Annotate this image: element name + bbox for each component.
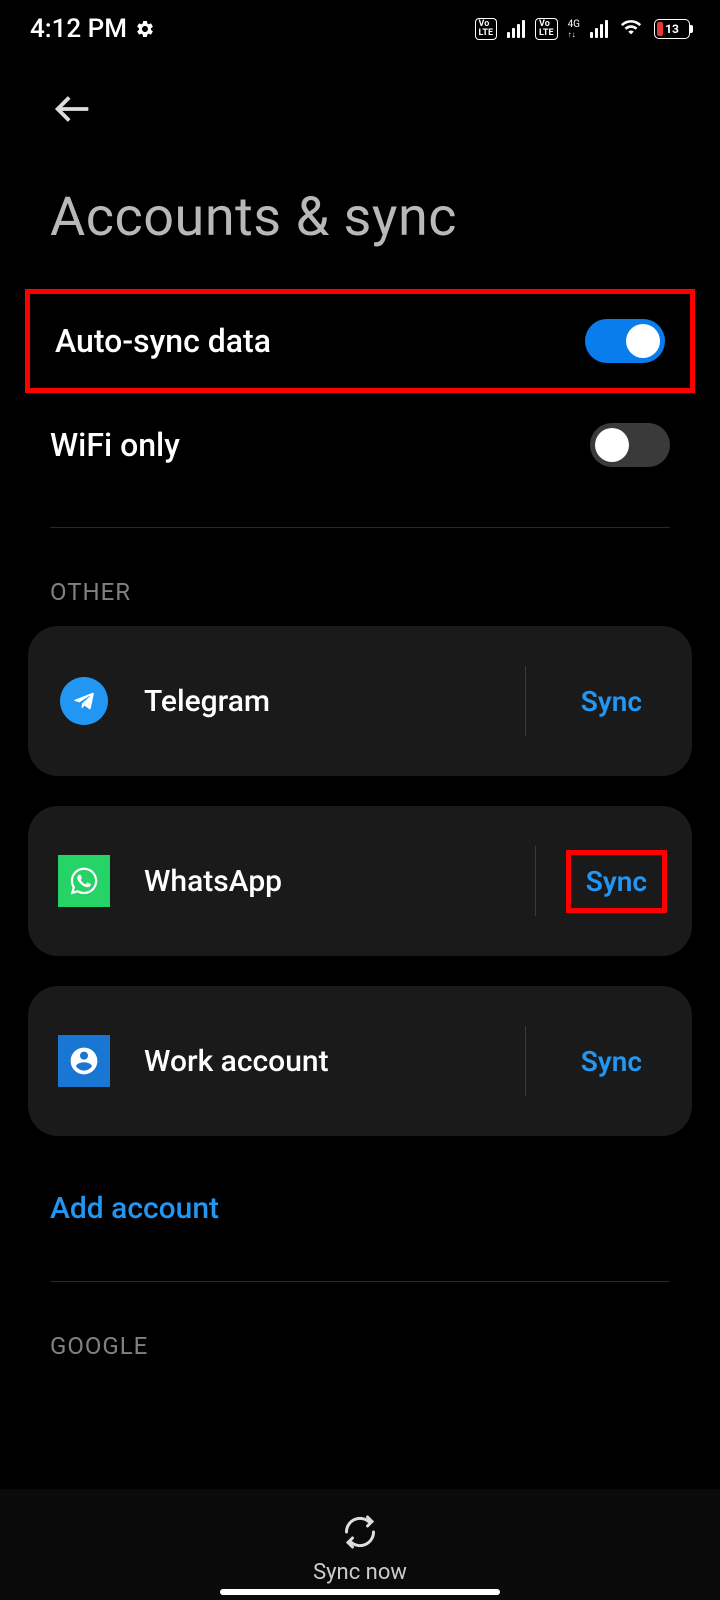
- bottom-bar: Sync now: [0, 1489, 720, 1600]
- network-4g-label: 4G ↑↓: [568, 20, 580, 39]
- highlight-autosync: Auto-sync data: [25, 289, 695, 393]
- home-indicator[interactable]: [220, 1589, 500, 1595]
- divider: [50, 1281, 670, 1282]
- wifi-only-row[interactable]: WiFi only: [0, 393, 720, 497]
- account-whatsapp[interactable]: WhatsApp Sync: [28, 806, 692, 956]
- signal-icon-2: [590, 20, 608, 38]
- sync-button[interactable]: Sync: [561, 1030, 662, 1093]
- wifi-only-label: WiFi only: [50, 426, 180, 464]
- section-other: OTHER: [0, 558, 720, 626]
- telegram-icon: [58, 675, 110, 727]
- gear-icon: [135, 19, 155, 39]
- battery-icon: 13: [654, 19, 690, 39]
- status-left: 4:12 PM: [30, 14, 155, 44]
- account-name: Telegram: [144, 684, 490, 719]
- status-time: 4:12 PM: [30, 14, 127, 44]
- volte-icon-1: VoLTE: [475, 18, 498, 40]
- auto-sync-row[interactable]: Auto-sync data: [30, 294, 690, 388]
- auto-sync-label: Auto-sync data: [55, 322, 271, 360]
- header: Accounts & sync: [0, 56, 720, 249]
- whatsapp-icon: [58, 855, 110, 907]
- status-bar: 4:12 PM VoLTE VoLTE 4G ↑↓ 13: [0, 0, 720, 56]
- account-work[interactable]: Work account Sync: [28, 986, 692, 1136]
- divider: [525, 666, 526, 736]
- divider: [50, 527, 670, 528]
- account-name: WhatsApp: [144, 864, 500, 899]
- wifi-icon: [618, 16, 644, 42]
- add-account-button[interactable]: Add account: [0, 1166, 720, 1251]
- back-button[interactable]: [50, 86, 96, 136]
- signal-icon-1: [507, 20, 525, 38]
- sync-now-label[interactable]: Sync now: [313, 1560, 407, 1585]
- status-right: VoLTE VoLTE 4G ↑↓ 13: [475, 16, 690, 42]
- auto-sync-toggle[interactable]: [585, 319, 665, 363]
- sync-now-icon[interactable]: [342, 1514, 378, 1550]
- account-name: Work account: [144, 1044, 490, 1079]
- wifi-only-toggle[interactable]: [590, 423, 670, 467]
- volte-icon-2: VoLTE: [535, 18, 558, 40]
- sync-button[interactable]: Sync: [561, 670, 662, 733]
- page-title: Accounts & sync: [50, 186, 670, 249]
- divider: [525, 1026, 526, 1096]
- divider: [535, 846, 536, 916]
- account-telegram[interactable]: Telegram Sync: [28, 626, 692, 776]
- sync-button[interactable]: Sync: [566, 850, 667, 913]
- section-google: GOOGLE: [0, 1312, 720, 1380]
- work-account-icon: [58, 1035, 110, 1087]
